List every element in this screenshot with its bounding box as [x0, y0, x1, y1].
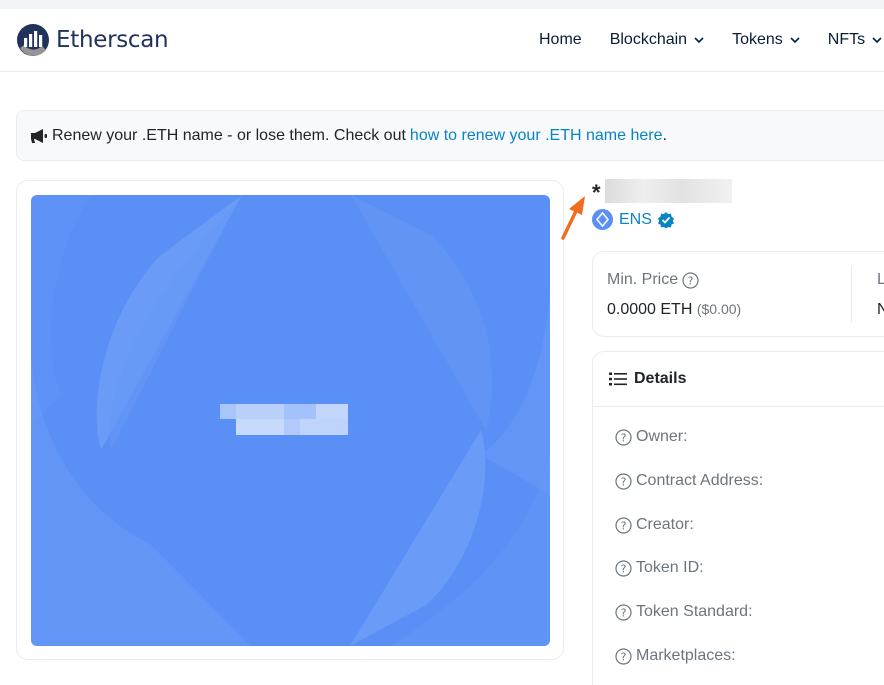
question-circle-icon[interactable]: ? — [615, 559, 632, 577]
detail-row-creator: ? Creator: — [615, 516, 694, 534]
svg-text:?: ? — [621, 562, 627, 575]
collection-name: ENS — [619, 210, 652, 228]
svg-text:?: ? — [621, 475, 627, 488]
nav-tokens[interactable]: Tokens — [732, 31, 800, 49]
nav-home-label: Home — [539, 31, 582, 48]
etherscan-logo-icon — [17, 24, 49, 56]
details-header: Details — [593, 352, 884, 407]
last-sale-value: N — [877, 301, 884, 318]
renew-banner: Renew your .ETH name - or lose them. Che… — [16, 110, 884, 161]
question-circle-icon[interactable]: ? — [615, 603, 632, 621]
detail-label: Owner: — [636, 428, 688, 445]
nav-nfts-label: NFTs — [827, 31, 866, 48]
svg-text:?: ? — [688, 274, 694, 287]
site-header: Etherscan Home Blockchain Tokens NFTs — [0, 9, 884, 72]
question-circle-icon[interactable]: ? — [615, 428, 632, 446]
banner-text: Renew your .ETH name - or lose them. Che… — [52, 126, 406, 144]
chevron-down-icon — [790, 37, 800, 44]
top-strip — [0, 0, 884, 9]
min-price-eth: 0.0000 ETH — [607, 301, 693, 318]
renew-guide-link[interactable]: how to renew your .ETH name here — [410, 127, 663, 145]
last-sale-label: L — [877, 271, 884, 288]
logo-text: Etherscan — [56, 27, 169, 53]
main-nav: Home Blockchain Tokens NFTs — [539, 31, 884, 49]
question-circle-icon[interactable]: ? — [682, 271, 699, 289]
svg-text:?: ? — [621, 650, 627, 663]
nft-image[interactable] — [31, 195, 550, 646]
etherscan-logo[interactable]: Etherscan — [16, 23, 169, 57]
nav-blockchain-label: Blockchain — [609, 31, 688, 48]
verified-badge-icon — [657, 211, 674, 228]
question-circle-icon[interactable]: ? — [615, 647, 632, 665]
nav-home[interactable]: Home — [539, 31, 582, 49]
nft-image-card — [16, 180, 564, 660]
min-price-label-text: Min. Price — [607, 271, 679, 288]
divider — [851, 266, 852, 322]
detail-row-token-id: ? Token ID: — [615, 559, 704, 577]
detail-row-marketplaces: ? Marketplaces: — [615, 647, 736, 665]
detail-label: Token Standard: — [636, 603, 753, 620]
chevron-down-icon — [872, 37, 882, 44]
details-card: Details ? Owner: ? Contract Address: ? C… — [592, 351, 884, 685]
question-circle-icon[interactable]: ? — [615, 516, 632, 534]
ens-logo-icon — [592, 209, 613, 230]
megaphone-icon — [31, 128, 47, 143]
blurred-token-name — [605, 179, 732, 203]
token-title: * — [592, 180, 601, 205]
banner-suffix: . — [662, 126, 667, 144]
nav-nfts[interactable]: NFTs — [828, 31, 882, 49]
svg-text:?: ? — [621, 431, 627, 444]
question-circle-icon[interactable]: ? — [615, 472, 632, 490]
details-title: Details — [634, 370, 687, 387]
detail-label: Marketplaces: — [636, 647, 736, 664]
blurred-name — [220, 404, 348, 435]
annotation-arrow-icon — [561, 196, 585, 240]
min-price-label: Min. Price ? — [607, 271, 699, 289]
collection-link[interactable]: ENS — [592, 209, 675, 230]
min-price-value: 0.0000 ETH ($0.00) — [607, 301, 741, 319]
detail-row-contract: ? Contract Address: — [615, 472, 763, 490]
svg-text:?: ? — [621, 606, 627, 619]
detail-label: Creator: — [636, 516, 694, 533]
nav-tokens-label: Tokens — [732, 31, 783, 48]
detail-row-owner: ? Owner: — [615, 428, 688, 446]
list-icon — [609, 372, 627, 386]
detail-label: Token ID: — [636, 559, 704, 576]
nav-blockchain[interactable]: Blockchain — [610, 31, 704, 49]
svg-text:?: ? — [621, 519, 627, 532]
detail-row-token-standard: ? Token Standard: — [615, 603, 753, 621]
min-price-usd: ($0.00) — [696, 301, 742, 317]
detail-label: Contract Address: — [636, 472, 764, 489]
price-card: Min. Price ? 0.0000 ETH ($0.00) L N — [592, 251, 884, 337]
chevron-down-icon — [694, 37, 704, 44]
